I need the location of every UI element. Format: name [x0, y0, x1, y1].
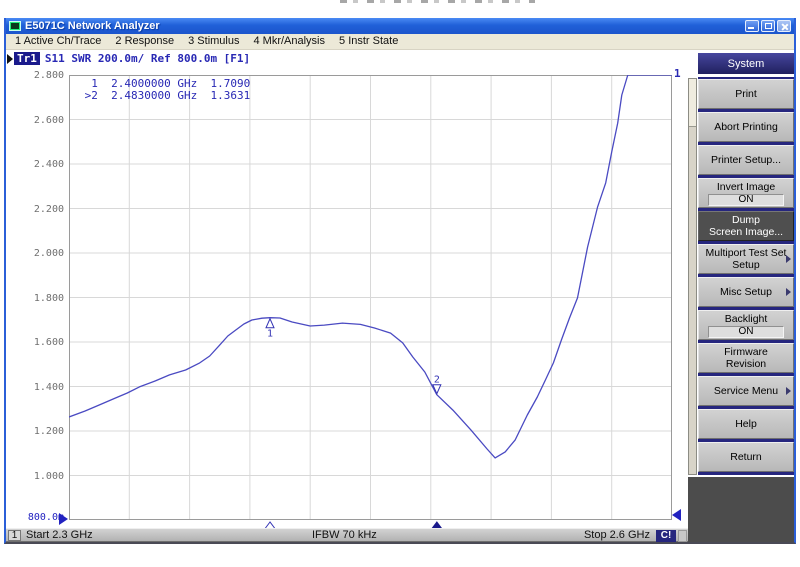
- sidebar-empty-area: [688, 477, 794, 542]
- trace-description: S11 SWR 200.0m/ Ref 800.0m [F1]: [45, 52, 250, 65]
- softkey-misc-setup[interactable]: Misc Setup: [698, 277, 794, 307]
- softkey-return[interactable]: Return: [698, 442, 794, 472]
- softkey-print[interactable]: Print: [698, 79, 794, 109]
- softkey-state-indicator: ON: [708, 194, 784, 206]
- y-tick-label: 2.000: [12, 248, 64, 259]
- cropped-caption-fragment: [340, 0, 535, 3]
- softkey-label: Firmware: [724, 346, 768, 358]
- restore-button[interactable]: [761, 20, 775, 32]
- y-tick-label: 1.800: [12, 293, 64, 304]
- softkey-label: Dump: [732, 214, 760, 226]
- marker-readout: 1 2.4000000 GHz 1.7090 >2 2.4830000 GHz …: [78, 78, 250, 101]
- softkey-label: Return: [730, 451, 762, 463]
- softkey-backlight[interactable]: BacklightON: [698, 310, 794, 340]
- softkey-label: Setup: [732, 259, 759, 271]
- menu-item-1[interactable]: 1 Active Ch/Trace: [8, 34, 108, 49]
- menu-item-3[interactable]: 3 Stimulus: [181, 34, 246, 49]
- menu-bar: 1 Active Ch/Trace2 Response3 Stimulus4 M…: [6, 34, 794, 50]
- trace-number-right-edge: 1: [674, 67, 681, 80]
- cal-status-badge: C!: [656, 530, 676, 542]
- softkey-label: Service Menu: [714, 385, 778, 397]
- y-tick-label: 2.800: [12, 70, 64, 81]
- scrollbar-thumb[interactable]: [689, 79, 696, 127]
- softkey-label: Print: [735, 88, 757, 100]
- y-tick-label: 1.600: [12, 337, 64, 348]
- softkey-label: Screen Image...: [709, 226, 783, 238]
- softkey-sidebar: System Print Abort Printing Printer Setup.…: [688, 50, 794, 542]
- ifbw-label: IFBW 70 kHz: [312, 529, 377, 542]
- instrument-screen: Tr1 S11 SWR 200.0m/ Ref 800.0m [F1] 1 2.…: [6, 50, 794, 542]
- softkey-button-stack: Print Abort Printing Printer Setup... Inver…: [698, 77, 794, 475]
- softkey-abort-printing[interactable]: Abort Printing: [698, 112, 794, 142]
- marker-2-number: 2: [434, 375, 440, 386]
- reference-level-pointer-left-icon[interactable]: [59, 513, 68, 525]
- y-tick-label: 1.400: [12, 382, 64, 393]
- close-button[interactable]: [777, 20, 791, 32]
- softkey-label: Help: [735, 418, 757, 430]
- y-tick-label: 2.600: [12, 115, 64, 126]
- y-tick-label: 2.400: [12, 159, 64, 170]
- marker-1-symbol-icon[interactable]: [266, 319, 274, 328]
- softkey-invert-image[interactable]: Invert ImageON: [698, 178, 794, 208]
- reference-level-label: 800.0m: [12, 512, 64, 523]
- minimize-icon: [748, 27, 754, 29]
- softkey-firmware-revision[interactable]: FirmwareRevision: [698, 343, 794, 373]
- softkey-label: Printer Setup...: [711, 154, 781, 166]
- submenu-arrow-icon: [786, 255, 791, 263]
- y-tick-label: 2.200: [12, 204, 64, 215]
- restore-icon: [765, 23, 772, 29]
- app-icon: [9, 21, 21, 31]
- submenu-arrow-icon: [786, 387, 791, 395]
- start-frequency-label: Start 2.3 GHz: [26, 529, 93, 542]
- submenu-arrow-icon: [786, 288, 791, 296]
- softkey-menu-header: System: [698, 53, 794, 74]
- softkey-dump-screen-image[interactable]: DumpScreen Image...: [698, 211, 794, 241]
- softkey-label: Abort Printing: [714, 121, 778, 133]
- menu-item-5[interactable]: 5 Instr State: [332, 34, 405, 49]
- minimize-button[interactable]: [745, 20, 759, 32]
- softkey-label: Misc Setup: [720, 286, 772, 298]
- softkey-help[interactable]: Help: [698, 409, 794, 439]
- stop-frequency-label: Stop 2.6 GHz: [562, 529, 650, 542]
- page: E5071C Network Analyzer 1 Active Ch/Trac…: [0, 0, 800, 567]
- y-axis-labels: 2.800 2.600 2.400 2.200 2.000 1.800 1.600 1.400…: [12, 50, 64, 542]
- status-spacer-box: [678, 530, 687, 542]
- menu-item-4[interactable]: 4 Mkr/Analysis: [246, 34, 332, 49]
- graticule-plot: 12: [69, 75, 672, 533]
- y-tick-label: 1.200: [12, 426, 64, 437]
- softkey-service-menu[interactable]: Service Menu: [698, 376, 794, 406]
- softkey-multiport-test-set-setup[interactable]: Multiport Test SetSetup: [698, 244, 794, 274]
- reference-level-pointer-right-icon: [672, 509, 681, 521]
- softkey-printer-setup[interactable]: Printer Setup...: [698, 145, 794, 175]
- window-title: E5071C Network Analyzer: [25, 19, 745, 33]
- marker-1-number: 1: [267, 329, 273, 340]
- softkey-label: Multiport Test Set: [706, 247, 787, 259]
- sidebar-scrollbar[interactable]: [688, 78, 697, 475]
- status-bar: 1 Start 2.3 GHz IFBW 70 kHz Stop 2.6 GHz…: [6, 528, 688, 542]
- softkey-label: Backlight: [725, 313, 768, 325]
- y-tick-label: 1.000: [12, 471, 64, 482]
- softkey-label: Revision: [726, 358, 766, 370]
- softkey-state-indicator: ON: [708, 326, 784, 338]
- app-window: E5071C Network Analyzer 1 Active Ch/Trac…: [4, 18, 796, 544]
- marker-readout-line-2: >2 2.4830000 GHz 1.3631: [78, 89, 250, 102]
- menu-item-2[interactable]: 2 Response: [108, 34, 181, 49]
- softkey-label: Invert Image: [717, 181, 775, 193]
- title-bar[interactable]: E5071C Network Analyzer: [6, 18, 794, 34]
- channel-number-box: 1: [8, 530, 21, 541]
